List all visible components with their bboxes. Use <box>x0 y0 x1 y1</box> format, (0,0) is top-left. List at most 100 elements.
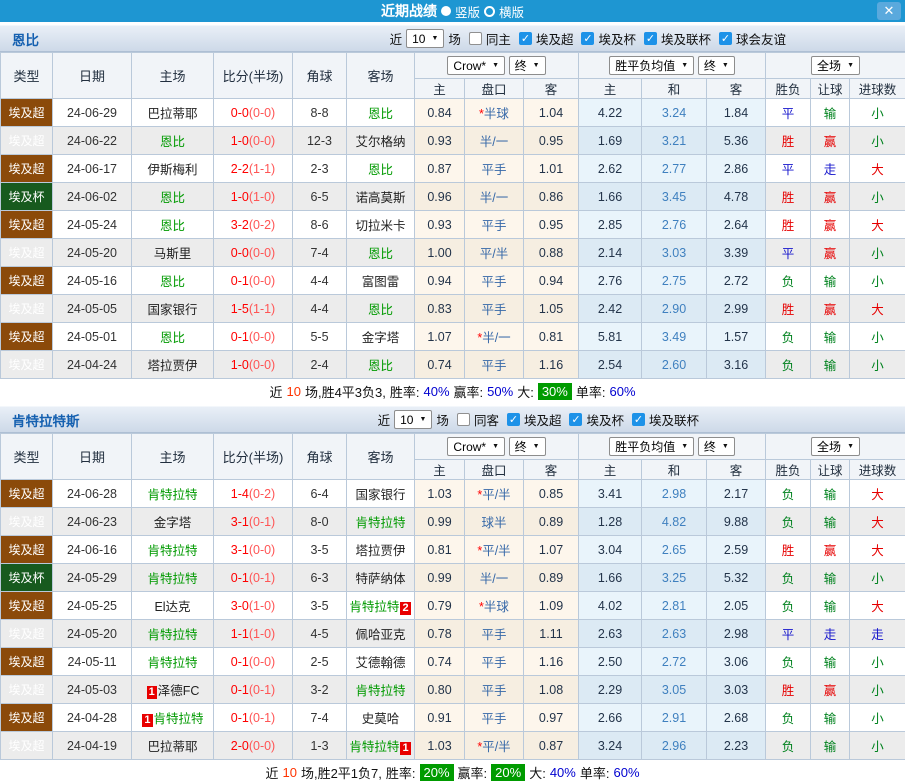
avg-away-cell: 3.06 <box>707 648 766 676</box>
handicap-cell: *平/半 <box>465 732 524 760</box>
orientation-radio-1[interactable] <box>484 6 495 17</box>
avg-group-header: 胜平负均值▼ 终▼ <box>579 434 766 460</box>
halftime-score: (0-2) <box>249 218 275 232</box>
away-team-cell: 肯特拉特2 <box>347 592 415 620</box>
odds-away-cell: 0.89 <box>524 564 579 592</box>
match-row: 埃及超24-04-281肯特拉特0-1(0-1)7-4史莫哈0.91平手0.97… <box>1 704 905 732</box>
match-row: 埃及超24-05-01恩比0-1(0-0)5-5金字塔1.07*半/一0.815… <box>1 323 905 351</box>
summary-line: 近10场,胜4平3负3,胜率:40%赢率:50%大:30%单率:60% <box>0 379 905 403</box>
avg-time-select[interactable]: 终▼ <box>698 437 735 456</box>
stat-value-0: 20% <box>420 764 454 781</box>
same-venue-checkbox[interactable] <box>457 413 470 426</box>
scope-select[interactable]: 全场▼ <box>811 437 860 456</box>
team-label: 艾尔格纳 <box>355 135 405 149</box>
odds-away-cell: 0.95 <box>524 211 579 239</box>
avg-type-select[interactable]: 胜平负均值▼ <box>609 437 694 456</box>
handicap-cell: 平手 <box>465 211 524 239</box>
odds-source-select[interactable]: Crow*▼ <box>447 56 505 75</box>
wdl-result-cell: 胜 <box>766 211 811 239</box>
header-row-groups: 类型日期主场比分(半场)角球客场Crow*▼ 终▼胜平负均值▼ 终▼全场▼ <box>1 53 905 79</box>
league-checkbox-3[interactable]: ✓ <box>719 32 732 45</box>
odds-away-cell: 0.97 <box>524 704 579 732</box>
match-row: 埃及超24-06-17伊斯梅利2-2(1-1)2-3恩比0.87平手1.012.… <box>1 155 905 183</box>
team-label: 恩比 <box>160 331 185 345</box>
same-venue-checkbox[interactable] <box>469 32 482 45</box>
col-result-goals: 进球数 <box>850 79 905 99</box>
team-label: 富图雷 <box>362 275 400 289</box>
team-label: 恩比 <box>160 275 185 289</box>
scope-select-value: 全场 <box>817 438 841 455</box>
odds-away-cell: 1.16 <box>524 648 579 676</box>
col-handicap: 盘口 <box>465 460 524 480</box>
team-label: 艾德翰德 <box>355 656 405 670</box>
home-team-cell: 恩比 <box>132 323 214 351</box>
home-team-cell: 国家银行 <box>132 295 214 323</box>
odds-away-cell: 1.16 <box>524 351 579 379</box>
col-handicap: 盘口 <box>465 79 524 99</box>
handicap-result-cell: 赢 <box>811 183 850 211</box>
team-label: 巴拉蒂耶 <box>147 107 197 121</box>
team-label: 切拉米卡 <box>355 219 405 233</box>
orientation-radio-0[interactable] <box>441 6 451 16</box>
away-team-cell: 肯特拉特 <box>347 508 415 536</box>
score-cell: 0-1(0-1) <box>214 676 293 704</box>
corners-cell: 3-2 <box>293 676 347 704</box>
league-cell: 埃及超 <box>1 99 53 127</box>
fulltime-score: 0-0 <box>231 246 249 260</box>
wdl-result-cell: 负 <box>766 564 811 592</box>
recent-count-select[interactable]: 10▼ <box>394 410 432 429</box>
league-checkbox-2[interactable]: ✓ <box>644 32 657 45</box>
col-away: 客场 <box>347 434 415 480</box>
same-venue-label: 同主 <box>486 29 511 48</box>
handicap-result-cell: 输 <box>811 732 850 760</box>
handicap-cell: *半球 <box>465 99 524 127</box>
league-checkbox-1[interactable]: ✓ <box>581 32 594 45</box>
match-row: 埃及超24-05-031泽德FC0-1(0-1)3-2肯特拉特0.80平手1.0… <box>1 676 905 704</box>
avg-draw-cell: 2.75 <box>642 267 707 295</box>
odds-source-select-value: Crow* <box>453 440 486 454</box>
close-button[interactable]: ✕ <box>877 2 901 20</box>
handicap-value: 半球 <box>484 107 509 121</box>
handicap-result-cell: 输 <box>811 267 850 295</box>
odds-away-cell: 1.09 <box>524 592 579 620</box>
handicap-value: 平/半 <box>482 544 510 558</box>
avg-type-select[interactable]: 胜平负均值▼ <box>609 56 694 75</box>
summary-count: 10 <box>287 384 301 399</box>
handicap-value: 平手 <box>481 712 506 726</box>
handicap-value: 平手 <box>481 628 506 642</box>
games-unit-label: 场 <box>448 29 461 48</box>
team-filter-bar: 肯特拉特斯近10▼场同客✓埃及超✓埃及杯✓埃及联杯 <box>0 406 905 433</box>
wdl-result-cell: 负 <box>766 267 811 295</box>
wdl-result-cell: 平 <box>766 99 811 127</box>
halftime-score: (0-0) <box>249 330 275 344</box>
home-team-cell: 金字塔 <box>132 508 214 536</box>
avg-time-select[interactable]: 终▼ <box>698 56 735 75</box>
scope-select[interactable]: 全场▼ <box>811 56 860 75</box>
league-checkbox-2[interactable]: ✓ <box>632 413 645 426</box>
handicap-cell: 平手 <box>465 648 524 676</box>
league-checkbox-0[interactable]: ✓ <box>519 32 532 45</box>
home-team-cell: 马斯里 <box>132 239 214 267</box>
goals-result-cell: 大 <box>850 536 905 564</box>
scope-select-value: 全场 <box>817 57 841 74</box>
stat-label-1: 赢率: <box>458 763 488 782</box>
odds-time-select-value: 终 <box>515 438 527 455</box>
match-row: 埃及超24-05-11肯特拉特0-1(0-0)2-5艾德翰德0.74平手1.16… <box>1 648 905 676</box>
home-team-cell: El达克 <box>132 592 214 620</box>
league-checkbox-0[interactable]: ✓ <box>507 413 520 426</box>
recent-count-select[interactable]: 10▼ <box>406 29 444 48</box>
stat-value-1: 20% <box>491 764 525 781</box>
wdl-result-cell: 胜 <box>766 676 811 704</box>
team-label: 肯特拉特 <box>147 544 197 558</box>
league-checkbox-1[interactable]: ✓ <box>569 413 582 426</box>
near-label: 近 <box>378 410 391 429</box>
odds-time-select[interactable]: 终▼ <box>509 437 546 456</box>
odds-time-select[interactable]: 终▼ <box>509 56 546 75</box>
wdl-result-cell: 负 <box>766 323 811 351</box>
handicap-cell: *半球 <box>465 592 524 620</box>
avg-type-select-value: 胜平负均值 <box>615 57 675 74</box>
league-cell: 埃及超 <box>1 592 53 620</box>
odds-source-select[interactable]: Crow*▼ <box>447 437 505 456</box>
col-away: 客场 <box>347 53 415 99</box>
away-team-cell: 艾尔格纳 <box>347 127 415 155</box>
